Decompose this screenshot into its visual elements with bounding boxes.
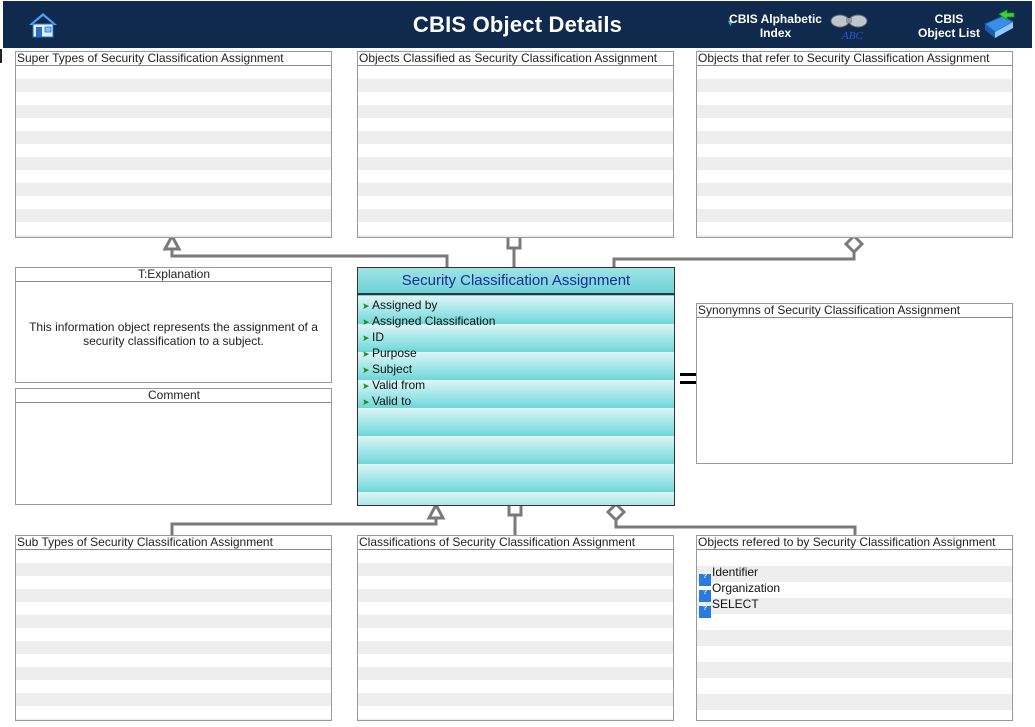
attribute-item[interactable]: ➤ Assigned by (362, 297, 674, 313)
objects-classified-as-list (358, 66, 673, 237)
attribute-label: Valid from (372, 378, 426, 392)
classifications-of-title: Classifications of Security Classificati… (358, 536, 673, 550)
objects-refer-to-list (697, 66, 1012, 237)
attribute-label: Valid to (372, 394, 412, 408)
super-types-title: Super Types of Security Classification A… (16, 52, 331, 66)
alphabetic-index-label: CBIS Alphabetic Index (729, 12, 822, 40)
synonyms-panel: Synonymns of Security Classification Ass… (696, 303, 1013, 464)
header-bar: CBIS Object Details ▼ CBIS Alphabetic In… (3, 1, 1032, 48)
attribute-label: Assigned by (372, 298, 438, 312)
objects-refer-to-title: Objects that refer to Security Classific… (697, 52, 1012, 66)
comment-title: Comment (16, 389, 331, 403)
attribute-item[interactable]: ➤ Valid to (362, 393, 674, 409)
object-list-label: CBIS Object List (917, 12, 980, 40)
super-types-list (16, 66, 331, 237)
list-item-label: Identifier (712, 565, 759, 579)
attribute-item[interactable]: ➤ Assigned Classification (362, 313, 674, 329)
entity-box: Security Classification Assignment ➤ Assi… (357, 267, 675, 506)
reference-diamond-top (843, 233, 865, 255)
attribute-list: ➤ Assigned by ➤ Assigned Classification ➤ I… (362, 297, 674, 409)
list-item[interactable]: ? SELECT (699, 596, 759, 618)
objects-classified-as-panel: Objects Classified as Security Classific… (357, 51, 674, 238)
attribute-arrow-icon: ➤ (362, 397, 370, 407)
explanation-title: T:Explanation (16, 268, 331, 282)
explanation-panel: T:Explanation This information object re… (15, 267, 332, 383)
objects-classified-as-title: Objects Classified as Security Classific… (358, 52, 673, 66)
attribute-item[interactable]: ➤ Purpose (362, 345, 674, 361)
attribute-label: Assigned Classification (372, 314, 496, 328)
binoculars-icon[interactable]: ABC (828, 12, 872, 42)
synonyms-body (697, 318, 1012, 463)
attribute-label: ID (372, 330, 384, 344)
objects-refer-to-panel: Objects that refer to Security Classific… (696, 51, 1013, 238)
comment-panel: Comment (15, 388, 332, 505)
reference-diamond-bottom (605, 501, 627, 523)
object-type-icon: ? (699, 605, 711, 618)
list-item[interactable]: ? Organization (699, 580, 781, 602)
explanation-text: This information object represents the a… (29, 320, 318, 348)
objects-refered-to-by-list: ? Identifier ? Organization ? SELECT (697, 550, 1012, 720)
list-item-label: SELECT (712, 597, 759, 611)
synonyms-title: Synonymns of Security Classification Ass… (697, 304, 1012, 318)
attribute-label: Subject (372, 362, 413, 376)
list-item[interactable]: ? Identifier (699, 564, 759, 586)
sub-types-list (16, 550, 331, 720)
attribute-arrow-icon: ➤ (362, 301, 370, 311)
objects-refered-to-by-title: Objects refered to by Security Classific… (697, 536, 1012, 550)
attribute-label: Purpose (372, 346, 417, 360)
abc-text: ABC (841, 30, 863, 42)
sub-types-title: Sub Types of Security Classification Ass… (16, 536, 331, 550)
super-types-panel: Super Types of Security Classification A… (15, 51, 332, 238)
objects-refered-to-by-panel: Objects refered to by Security Classific… (696, 535, 1013, 721)
classifications-of-list (358, 550, 673, 720)
comment-body (16, 403, 331, 504)
object-list-link[interactable]: CBIS Object List (915, 9, 1027, 42)
left-edge-marker (0, 49, 2, 63)
attribute-arrow-icon: ➤ (362, 317, 370, 327)
entity-title: Security Classification Assignment (358, 268, 674, 295)
alphabetic-index-link[interactable]: ▼ CBIS Alphabetic Index ABC (723, 12, 883, 42)
classifications-of-panel: Classifications of Security Classificati… (357, 535, 674, 721)
attribute-arrow-icon: ➤ (362, 333, 370, 343)
attribute-arrow-icon: ➤ (362, 349, 370, 359)
attribute-item[interactable]: ➤ Valid from (362, 377, 674, 393)
list-item-label: Organization (712, 581, 781, 595)
attribute-item[interactable]: ➤ ID (362, 329, 674, 345)
attribute-arrow-icon: ➤ (362, 381, 370, 391)
book-arrow-icon[interactable] (981, 8, 1017, 42)
sub-types-panel: Sub Types of Security Classification Ass… (15, 535, 332, 721)
attribute-arrow-icon: ➤ (362, 365, 370, 375)
attribute-item[interactable]: ➤ Subject (362, 361, 674, 377)
inheritance-triangle-bottom (426, 501, 446, 520)
